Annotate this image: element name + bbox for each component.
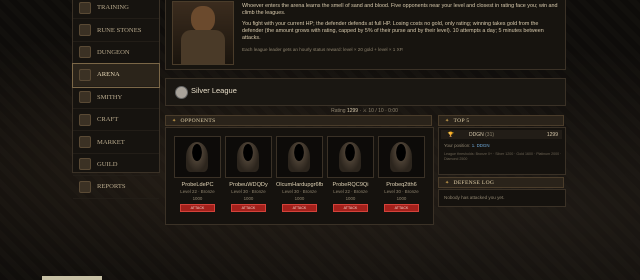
your-position: Your position: 1. DDGN: [444, 143, 490, 148]
attempts-counter: ⚔ 10 / 10: [362, 108, 384, 114]
opponent-level: Level 30 · Bronze: [282, 189, 317, 194]
opponent-avatar[interactable]: [225, 136, 272, 178]
opponents-panel: ProbeLdePC Level 22 · Bronze 1000 ATTACK…: [165, 127, 434, 225]
leader-name: DDGN: [469, 131, 484, 138]
hooded-figure-icon: [390, 142, 412, 172]
market-icon: [79, 136, 91, 149]
opponents-title: Opponents: [180, 117, 216, 124]
attack-timer: · 0:00: [385, 108, 398, 114]
trophy-icon: 🏆: [447, 131, 455, 138]
portrait-body: [181, 30, 225, 64]
leader-level: (31): [485, 131, 495, 138]
opponent-name: Probeq2tth6: [386, 182, 417, 188]
arena-icon: [79, 68, 91, 81]
hooded-figure-icon: [288, 142, 310, 172]
intro-paragraph-2: You fight with your current HP; the defe…: [242, 21, 544, 41]
attack-button[interactable]: ATTACK: [231, 204, 266, 212]
bottom-edge-strip: [42, 276, 102, 280]
opponent-rating: 1000: [192, 195, 203, 201]
intro-paragraph-1: Whoever enters the arena learns the smel…: [242, 3, 558, 16]
rating-line: Rating 1299 · ⚔ 10 / 10 · 0:00: [165, 108, 564, 114]
nav-item-rune-stones[interactable]: Rune Stones: [73, 19, 159, 42]
hooded-figure-icon: [237, 142, 259, 172]
opponent-card: Probeq2tth6 Level 30 · Bronze 1000 ATTAC…: [378, 136, 425, 222]
top5-header: ✦ Top 5: [438, 115, 564, 126]
reports-icon: [79, 180, 91, 193]
nav-item-arena[interactable]: Arena: [72, 63, 160, 88]
opponent-card: ProbeuWDQDy Level 30 · Bronze 1000 ATTAC…: [225, 136, 272, 222]
nav-item-dungeon[interactable]: Dungeon: [73, 42, 159, 65]
rating-separator: ·: [359, 108, 362, 114]
opponent-level: Level 30 · Bronze: [384, 189, 419, 194]
sidebar-nav: Training Rune Stones Dungeon Arena Smith…: [72, 0, 160, 199]
opponent-avatar[interactable]: [327, 136, 374, 178]
opponent-rating: 1000: [345, 195, 356, 201]
league-bar: Silver League: [165, 78, 566, 106]
opponent-rating: 1000: [243, 195, 254, 201]
star-icon: ✦: [445, 180, 450, 186]
attack-button[interactable]: ATTACK: [333, 204, 368, 212]
league-name: Silver League: [191, 86, 237, 95]
dungeon-icon: [79, 46, 91, 59]
defense-log-header: ✦ Defense Log: [438, 177, 564, 188]
gladiator-portrait: [172, 1, 234, 65]
opponent-name: ProbeRQC9Qi: [332, 182, 369, 188]
opponent-card: ProbeLdePC Level 22 · Bronze 1000 ATTACK: [174, 136, 221, 222]
star-icon: ✦: [445, 118, 450, 124]
top5-title: Top 5: [453, 117, 470, 124]
opponent-avatar[interactable]: [378, 136, 425, 178]
opponent-rating: 1000: [396, 195, 407, 201]
arena-intro-text: Whoever enters the arena learns the smel…: [242, 3, 560, 57]
opponent-name: OlcumHardupgr6fb: [276, 182, 324, 188]
training-icon: [79, 1, 91, 14]
guild-icon: [79, 158, 91, 171]
top5-panel: 🏆 DDGN (31) 1299 Your position: 1. DDGN …: [438, 127, 566, 175]
hooded-figure-icon: [186, 142, 208, 172]
intro-reward-note: Each league leader gets an hourly status…: [242, 47, 404, 52]
nav-item-reports[interactable]: Reports: [73, 176, 159, 199]
attack-button[interactable]: ATTACK: [180, 204, 215, 212]
attack-button[interactable]: ATTACK: [384, 204, 419, 212]
smithy-icon: [79, 91, 91, 104]
portrait-head: [191, 6, 215, 32]
attack-button[interactable]: ATTACK: [282, 204, 317, 212]
silver-league-icon: [175, 86, 188, 99]
nav-item-smithy[interactable]: Smithy: [73, 87, 159, 109]
rating-label: Rating: [331, 108, 346, 114]
nav-item-guild[interactable]: Guild: [73, 154, 159, 177]
defense-log-message: Nobody has attacked you yet.: [444, 195, 505, 200]
leaderboard-row: 🏆 DDGN (31) 1299: [441, 130, 562, 139]
opponent-card: ProbeRQC9Qi Level 22 · Bronze 1000 ATTAC…: [327, 136, 374, 222]
defense-log-panel: Nobody has attacked you yet.: [438, 189, 566, 207]
arena-intro-panel: Whoever enters the arena learns the smel…: [165, 0, 566, 70]
opponent-level: Level 22 · Bronze: [180, 189, 215, 194]
your-position-value: 1. DDGN: [471, 143, 490, 148]
opponent-avatar[interactable]: [276, 136, 323, 178]
opponent-rating: 1000: [294, 195, 305, 201]
opponent-level: Level 22 · Bronze: [333, 189, 368, 194]
star-icon: ✦: [172, 118, 177, 124]
opponent-card: OlcumHardupgr6fb Level 30 · Bronze 1000 …: [276, 136, 323, 222]
league-thresholds: League thresholds: Bronze 0+ · Silver 12…: [444, 152, 562, 161]
rune-stones-icon: [79, 24, 91, 37]
opponent-avatar[interactable]: [174, 136, 221, 178]
opponents-header: ✦ Opponents: [165, 115, 432, 126]
opponent-name: ProbeLdePC: [181, 182, 214, 188]
nav-item-training[interactable]: Training: [73, 0, 159, 20]
defense-log-title: Defense Log: [453, 179, 495, 186]
leader-rating: 1299: [546, 131, 558, 138]
opponent-level: Level 30 · Bronze: [231, 189, 266, 194]
nav-item-craft[interactable]: Craft: [73, 109, 159, 132]
opponent-name: ProbeuWDQDy: [229, 182, 268, 188]
rating-value: 1299: [346, 108, 359, 114]
nav-item-market[interactable]: Market: [73, 131, 159, 154]
hooded-figure-icon: [339, 142, 361, 172]
craft-icon: [79, 113, 91, 126]
